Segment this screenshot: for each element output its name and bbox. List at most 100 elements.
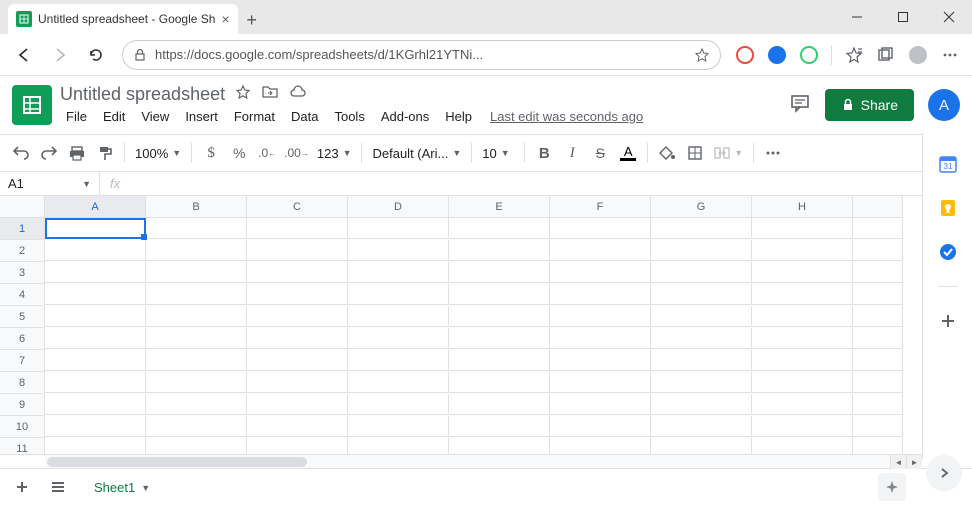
cell-B11[interactable]	[146, 438, 247, 454]
column-header-D[interactable]: D	[348, 196, 449, 218]
cell-D2[interactable]	[348, 240, 449, 261]
star-icon[interactable]	[694, 47, 710, 63]
maximize-button[interactable]	[880, 0, 926, 34]
cell-E5[interactable]	[449, 306, 550, 327]
last-edit-link[interactable]: Last edit was seconds ago	[490, 109, 643, 124]
print-button[interactable]	[64, 140, 90, 166]
redo-button[interactable]	[36, 140, 62, 166]
cloud-status-icon[interactable]	[289, 85, 307, 104]
share-button[interactable]: Share	[825, 89, 914, 121]
row-header-6[interactable]: 6	[0, 328, 45, 350]
borders-button[interactable]	[682, 140, 708, 166]
cell-A5[interactable]	[45, 306, 146, 327]
cell-B5[interactable]	[146, 306, 247, 327]
extension-icon-1[interactable]	[731, 41, 759, 69]
name-box[interactable]: A1▼	[0, 172, 100, 195]
cell-B9[interactable]	[146, 394, 247, 415]
add-app-icon[interactable]	[938, 311, 958, 331]
cell-H4[interactable]	[752, 284, 853, 305]
cell-A8[interactable]	[45, 372, 146, 393]
cell-G11[interactable]	[651, 438, 752, 454]
cell-D7[interactable]	[348, 350, 449, 371]
cell-F4[interactable]	[550, 284, 651, 305]
cell-G5[interactable]	[651, 306, 752, 327]
cell-A9[interactable]	[45, 394, 146, 415]
menu-help[interactable]: Help	[439, 107, 478, 126]
cell-E4[interactable]	[449, 284, 550, 305]
keep-app-icon[interactable]	[938, 198, 958, 218]
merge-button[interactable]: ▼	[710, 146, 747, 160]
cell-C4[interactable]	[247, 284, 348, 305]
column-header-B[interactable]: B	[146, 196, 247, 218]
menu-data[interactable]: Data	[285, 107, 324, 126]
document-title[interactable]: Untitled spreadsheet	[60, 84, 225, 105]
cell-G3[interactable]	[651, 262, 752, 283]
scroll-left-button[interactable]: ◄	[890, 455, 906, 469]
cell-B8[interactable]	[146, 372, 247, 393]
spreadsheet-grid[interactable]: ABCDEFGH1234567891011	[0, 196, 958, 454]
close-window-button[interactable]	[926, 0, 972, 34]
cell-H5[interactable]	[752, 306, 853, 327]
cell-E11[interactable]	[449, 438, 550, 454]
extension-icon-3[interactable]	[795, 41, 823, 69]
cell-F5[interactable]	[550, 306, 651, 327]
explore-button[interactable]	[878, 473, 906, 501]
sheet-tab-1[interactable]: Sheet1▼	[80, 472, 164, 501]
cell-D4[interactable]	[348, 284, 449, 305]
cell-G4[interactable]	[651, 284, 752, 305]
font-size-select[interactable]: 10▼	[478, 146, 518, 161]
menu-view[interactable]: View	[135, 107, 175, 126]
bold-button[interactable]: B	[531, 140, 557, 166]
cell-G7[interactable]	[651, 350, 752, 371]
cell-B4[interactable]	[146, 284, 247, 305]
cell-F3[interactable]	[550, 262, 651, 283]
strikethrough-button[interactable]: S	[587, 140, 613, 166]
star-doc-icon[interactable]	[235, 84, 251, 105]
cell-G8[interactable]	[651, 372, 752, 393]
favorites-icon[interactable]	[840, 41, 868, 69]
add-sheet-button[interactable]	[8, 473, 36, 501]
cell-E6[interactable]	[449, 328, 550, 349]
row-header-9[interactable]: 9	[0, 394, 45, 416]
decimal-decrease-button[interactable]: .0←	[254, 140, 280, 166]
paint-format-button[interactable]	[92, 140, 118, 166]
cell-C8[interactable]	[247, 372, 348, 393]
tasks-app-icon[interactable]	[938, 242, 958, 262]
scroll-right-button[interactable]: ►	[906, 455, 922, 469]
cell-B10[interactable]	[146, 416, 247, 437]
profile-icon[interactable]	[904, 41, 932, 69]
cell-F11[interactable]	[550, 438, 651, 454]
side-panel-toggle[interactable]	[926, 455, 962, 491]
cell-A1[interactable]	[45, 218, 146, 239]
cell-D11[interactable]	[348, 438, 449, 454]
text-color-button[interactable]: A	[615, 140, 641, 166]
decimal-increase-button[interactable]: .00→	[282, 140, 311, 166]
undo-button[interactable]	[8, 140, 34, 166]
row-header-5[interactable]: 5	[0, 306, 45, 328]
minimize-button[interactable]	[834, 0, 880, 34]
row-header-1[interactable]: 1	[0, 218, 45, 240]
cell-E7[interactable]	[449, 350, 550, 371]
cell-H2[interactable]	[752, 240, 853, 261]
all-sheets-button[interactable]	[44, 473, 72, 501]
cell-A11[interactable]	[45, 438, 146, 454]
cell-C11[interactable]	[247, 438, 348, 454]
cell-F7[interactable]	[550, 350, 651, 371]
forward-button[interactable]	[44, 39, 76, 71]
url-input[interactable]: https://docs.google.com/spreadsheets/d/1…	[122, 40, 721, 70]
row-header-11[interactable]: 11	[0, 438, 45, 454]
menu-insert[interactable]: Insert	[179, 107, 224, 126]
cell-G6[interactable]	[651, 328, 752, 349]
cell-H3[interactable]	[752, 262, 853, 283]
font-select[interactable]: Default (Ari...▼	[368, 146, 465, 161]
cell-F6[interactable]	[550, 328, 651, 349]
column-header-F[interactable]: F	[550, 196, 651, 218]
cell-D6[interactable]	[348, 328, 449, 349]
cell-H10[interactable]	[752, 416, 853, 437]
cell-A10[interactable]	[45, 416, 146, 437]
more-toolbar-button[interactable]	[760, 140, 786, 166]
cell-H6[interactable]	[752, 328, 853, 349]
cell-B1[interactable]	[146, 218, 247, 239]
cell-H1[interactable]	[752, 218, 853, 239]
cell-H8[interactable]	[752, 372, 853, 393]
